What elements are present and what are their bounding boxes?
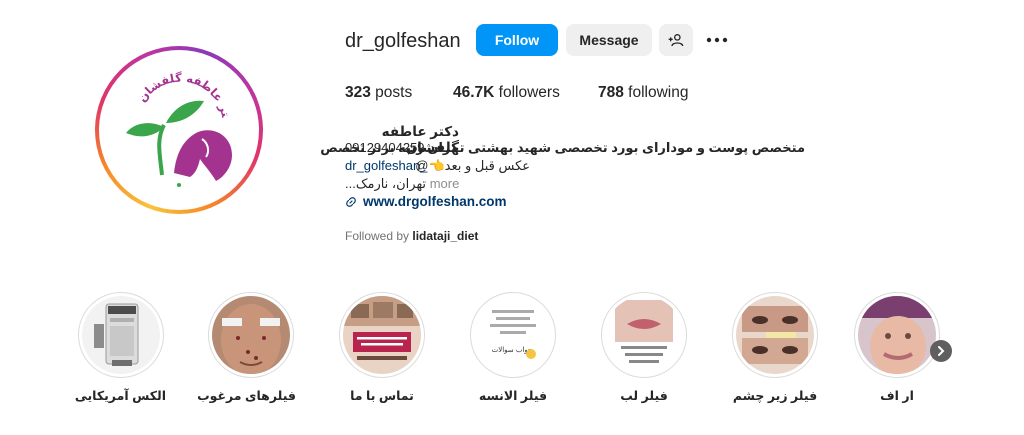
website-url: www.drgolfeshan.com xyxy=(363,194,507,209)
highlight-cover-image: جواب سوالات xyxy=(474,296,552,374)
bio-location-text: ...تهران، نارمک xyxy=(345,176,427,191)
highlight-cover-ring: جواب سوالات xyxy=(470,292,556,378)
highlight-cover-image xyxy=(212,296,290,374)
followers-number: 46.7K xyxy=(453,84,495,101)
highlight-cover-image xyxy=(343,296,421,374)
followed-by-user[interactable]: lidataji_diet xyxy=(412,229,478,243)
highlight-label: فیلرهای مرغوب xyxy=(197,389,296,403)
highlight-cover-image xyxy=(605,296,683,374)
profile-username: dr_golfeshan xyxy=(345,30,461,52)
message-button[interactable]: Message xyxy=(566,24,652,56)
highlight-american-alex[interactable]: الکس آمریکایی xyxy=(74,292,166,403)
highlight-label: فیلر زیر چشم xyxy=(732,389,818,403)
highlight-cover-image xyxy=(736,296,814,374)
following-label: following xyxy=(623,84,689,101)
highlight-label: فیلر الانسه xyxy=(478,389,548,403)
followers-label: followers xyxy=(494,84,560,101)
bio-line-before-after: عکس قبل و بعد👈@ xyxy=(415,158,530,173)
chevron-right-icon xyxy=(938,346,945,356)
highlight-cover-ring xyxy=(732,292,818,378)
highlight-label: تماس با ما xyxy=(350,389,414,403)
bio-line-location: ...تهران، نارمک more xyxy=(345,176,459,192)
highlights-next-button[interactable] xyxy=(930,340,952,362)
highlight-label: فیلر لب xyxy=(620,389,668,403)
bio-line-specialty: متخصص پوست و مودارای بورد تخصصی شهید بهش… xyxy=(320,140,805,155)
highlight-cover-ring xyxy=(601,292,687,378)
clinic-logo-image: دکتر عاطفه گلفشان xyxy=(104,55,254,205)
highlight-anese-filler[interactable]: جواب سوالات فیلر الانسه xyxy=(468,292,558,403)
following-count[interactable]: 788 following xyxy=(598,84,689,102)
follow-button[interactable]: Follow xyxy=(476,24,558,56)
posts-label: posts xyxy=(370,84,413,101)
more-horizontal-icon xyxy=(706,37,728,43)
highlight-cover-ring xyxy=(78,292,164,378)
highlight-cover-ring xyxy=(208,292,294,378)
suggested-accounts-button[interactable] xyxy=(659,24,693,56)
link-icon xyxy=(346,196,356,207)
following-number: 788 xyxy=(598,84,624,101)
highlight-cover-image xyxy=(82,296,160,374)
highlight-contact-us[interactable]: تماس با ما xyxy=(337,292,427,403)
more-options-button[interactable] xyxy=(704,27,730,53)
followed-by-prefix: Followed by xyxy=(345,229,413,243)
profile-avatar[interactable]: دکتر عاطفه گلفشان xyxy=(95,46,263,214)
highlight-lip-filler[interactable]: فیلر لب xyxy=(599,292,689,403)
highlight-rf[interactable]: ار اف xyxy=(852,292,942,403)
website-link[interactable]: www.drgolfeshan.com xyxy=(345,194,507,209)
followed-by-text: Followed by lidataji_diet xyxy=(345,229,478,243)
svg-text:دکتر عاطفه گلفشان: دکتر عاطفه گلفشان xyxy=(104,55,233,118)
highlight-cover-image xyxy=(858,296,936,374)
posts-number: 323 xyxy=(345,84,371,101)
highlight-cover-ring xyxy=(339,292,425,378)
highlight-quality-fillers[interactable]: فیلرهای مرغوب xyxy=(197,292,296,403)
add-person-icon xyxy=(668,34,684,47)
highlight-label: ار اف xyxy=(880,389,914,403)
followers-count[interactable]: 46.7K followers xyxy=(453,84,560,102)
highlight-label: الکس آمریکایی xyxy=(74,389,166,403)
avatar-inner: دکتر عاطفه گلفشان xyxy=(99,50,259,210)
highlight-cover-ring xyxy=(854,292,940,378)
posts-count: 323 posts xyxy=(345,84,412,102)
highlight-under-eye-filler[interactable]: فیلر زیر چشم xyxy=(730,292,820,403)
bio-more-link[interactable]: more xyxy=(430,176,460,191)
